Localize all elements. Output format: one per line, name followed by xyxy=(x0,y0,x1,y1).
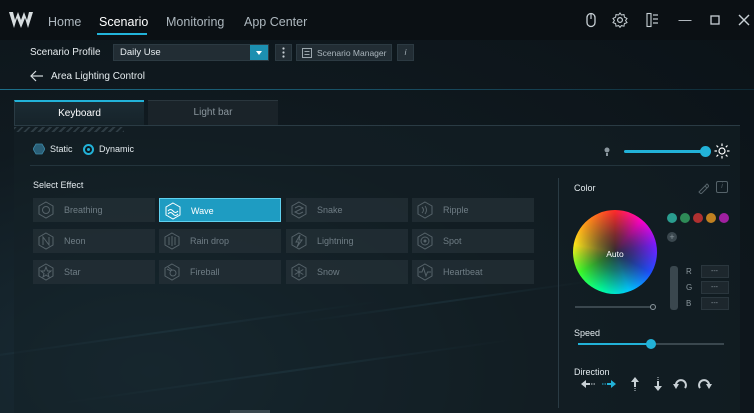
color-saturation-knob[interactable] xyxy=(650,304,656,310)
more-options-button[interactable] xyxy=(275,44,292,61)
direction-right-icon[interactable] xyxy=(601,376,619,392)
neon-icon xyxy=(38,232,54,250)
snow-icon xyxy=(291,263,307,281)
effect-spot[interactable]: Spot xyxy=(412,229,534,253)
effect-fireball[interactable]: Fireball xyxy=(159,260,281,284)
add-color-button[interactable]: + xyxy=(667,232,677,242)
tab-light-bar[interactable]: Light bar xyxy=(148,100,278,125)
b-input[interactable]: --- xyxy=(701,297,729,310)
dynamic-radio-label[interactable]: Dynamic xyxy=(99,144,134,154)
close-icon[interactable] xyxy=(736,12,752,28)
direction-down-icon[interactable] xyxy=(649,376,667,392)
effect-rain-drop[interactable]: Rain drop xyxy=(159,229,281,253)
effect-snake[interactable]: Snake xyxy=(286,198,408,222)
brightness-slider[interactable] xyxy=(624,150,710,153)
scenario-manager-button[interactable]: Scenario Manager xyxy=(296,44,392,61)
brightness-slider-knob[interactable] xyxy=(700,146,711,157)
ripple-icon xyxy=(417,201,433,219)
maximize-icon[interactable] xyxy=(707,12,723,28)
profile-dropdown[interactable]: Daily Use xyxy=(113,44,269,61)
list-icon xyxy=(302,48,312,58)
wave-icon xyxy=(165,202,181,220)
effect-breathing[interactable]: Breathing xyxy=(33,198,155,222)
effect-neon[interactable]: Neon xyxy=(33,229,155,253)
effect-ripple[interactable]: Ripple xyxy=(412,198,534,222)
rotate-counterclockwise-icon[interactable] xyxy=(672,376,690,392)
header-divider xyxy=(0,89,754,90)
brightness-low-icon xyxy=(604,147,610,156)
speed-slider-knob[interactable] xyxy=(646,339,656,349)
color-swatch[interactable] xyxy=(680,213,690,223)
scenario-profile-label: Scenario Profile xyxy=(30,47,101,58)
chevron-down-icon[interactable] xyxy=(250,45,268,60)
predator-logo-icon xyxy=(9,12,33,28)
rain-drop-icon xyxy=(164,232,180,250)
rotate-clockwise-icon[interactable] xyxy=(695,376,713,392)
color-saturation-slider[interactable] xyxy=(575,306,653,308)
direction-left-icon[interactable] xyxy=(578,376,596,392)
spot-icon xyxy=(417,232,433,250)
profile-dropdown-value: Daily Use xyxy=(120,47,161,58)
color-info-icon[interactable]: i xyxy=(716,181,728,193)
color-swatch[interactable] xyxy=(693,213,703,223)
brightness-high-icon xyxy=(714,143,730,159)
scenario-manager-label: Scenario Manager xyxy=(317,48,387,58)
effect-heartbeat[interactable]: Heartbeat xyxy=(412,260,534,284)
page-title: Area Lighting Control xyxy=(51,71,145,82)
nav-tab-scenario[interactable]: Scenario xyxy=(99,15,148,29)
snake-icon xyxy=(291,201,307,219)
heartbeat-icon xyxy=(417,263,433,281)
tab-keyboard[interactable]: Keyboard xyxy=(14,100,144,125)
static-radio-label[interactable]: Static xyxy=(50,144,73,154)
star-icon xyxy=(38,263,54,281)
info-button[interactable]: i xyxy=(397,44,414,61)
lightning-icon xyxy=(291,232,307,250)
static-radio-icon[interactable] xyxy=(33,143,45,155)
g-input[interactable]: --- xyxy=(701,281,729,294)
effect-snow[interactable]: Snow xyxy=(286,260,408,284)
color-swatch[interactable] xyxy=(719,213,729,223)
color-wheel-label: Auto xyxy=(606,249,624,259)
speed-slider-fill xyxy=(578,343,651,345)
effect-wave[interactable]: Wave xyxy=(159,198,281,222)
tab-hatch-decoration xyxy=(14,127,124,132)
eyedropper-icon[interactable] xyxy=(697,182,709,194)
kebab-icon xyxy=(282,47,285,58)
mouse-icon[interactable] xyxy=(583,12,599,28)
g-label: G xyxy=(686,283,693,292)
effect-star[interactable]: Star xyxy=(33,260,155,284)
b-label: B xyxy=(686,299,692,308)
nav-active-indicator xyxy=(97,33,147,35)
app-window: Home Scenario Monitoring App Center — Sc… xyxy=(0,0,754,413)
fireball-icon xyxy=(164,263,180,281)
breathing-icon xyxy=(38,201,54,219)
settings-icon[interactable] xyxy=(612,12,628,28)
nav-tab-monitoring[interactable]: Monitoring xyxy=(166,15,224,29)
back-arrow-icon[interactable] xyxy=(30,70,44,82)
color-swatch[interactable] xyxy=(706,213,716,223)
color-title: Color xyxy=(574,183,596,193)
effect-lightning[interactable]: Lightning xyxy=(286,229,408,253)
direction-up-icon[interactable] xyxy=(626,376,644,392)
speed-title: Speed xyxy=(574,328,601,338)
select-effect-title: Select Effect xyxy=(33,180,84,190)
panel-divider xyxy=(558,178,559,408)
section-divider xyxy=(30,165,730,166)
color-brightness-slider[interactable] xyxy=(670,266,678,310)
r-input[interactable]: --- xyxy=(701,265,729,278)
menu-list-icon[interactable] xyxy=(644,12,660,28)
minimize-icon[interactable]: — xyxy=(677,12,693,28)
nav-tab-home[interactable]: Home xyxy=(48,15,81,29)
title-bar: Home Scenario Monitoring App Center — xyxy=(0,0,754,40)
r-label: R xyxy=(686,267,692,276)
color-swatch[interactable] xyxy=(667,213,677,223)
dynamic-radio[interactable] xyxy=(83,144,94,155)
nav-tab-app-center[interactable]: App Center xyxy=(244,15,307,29)
